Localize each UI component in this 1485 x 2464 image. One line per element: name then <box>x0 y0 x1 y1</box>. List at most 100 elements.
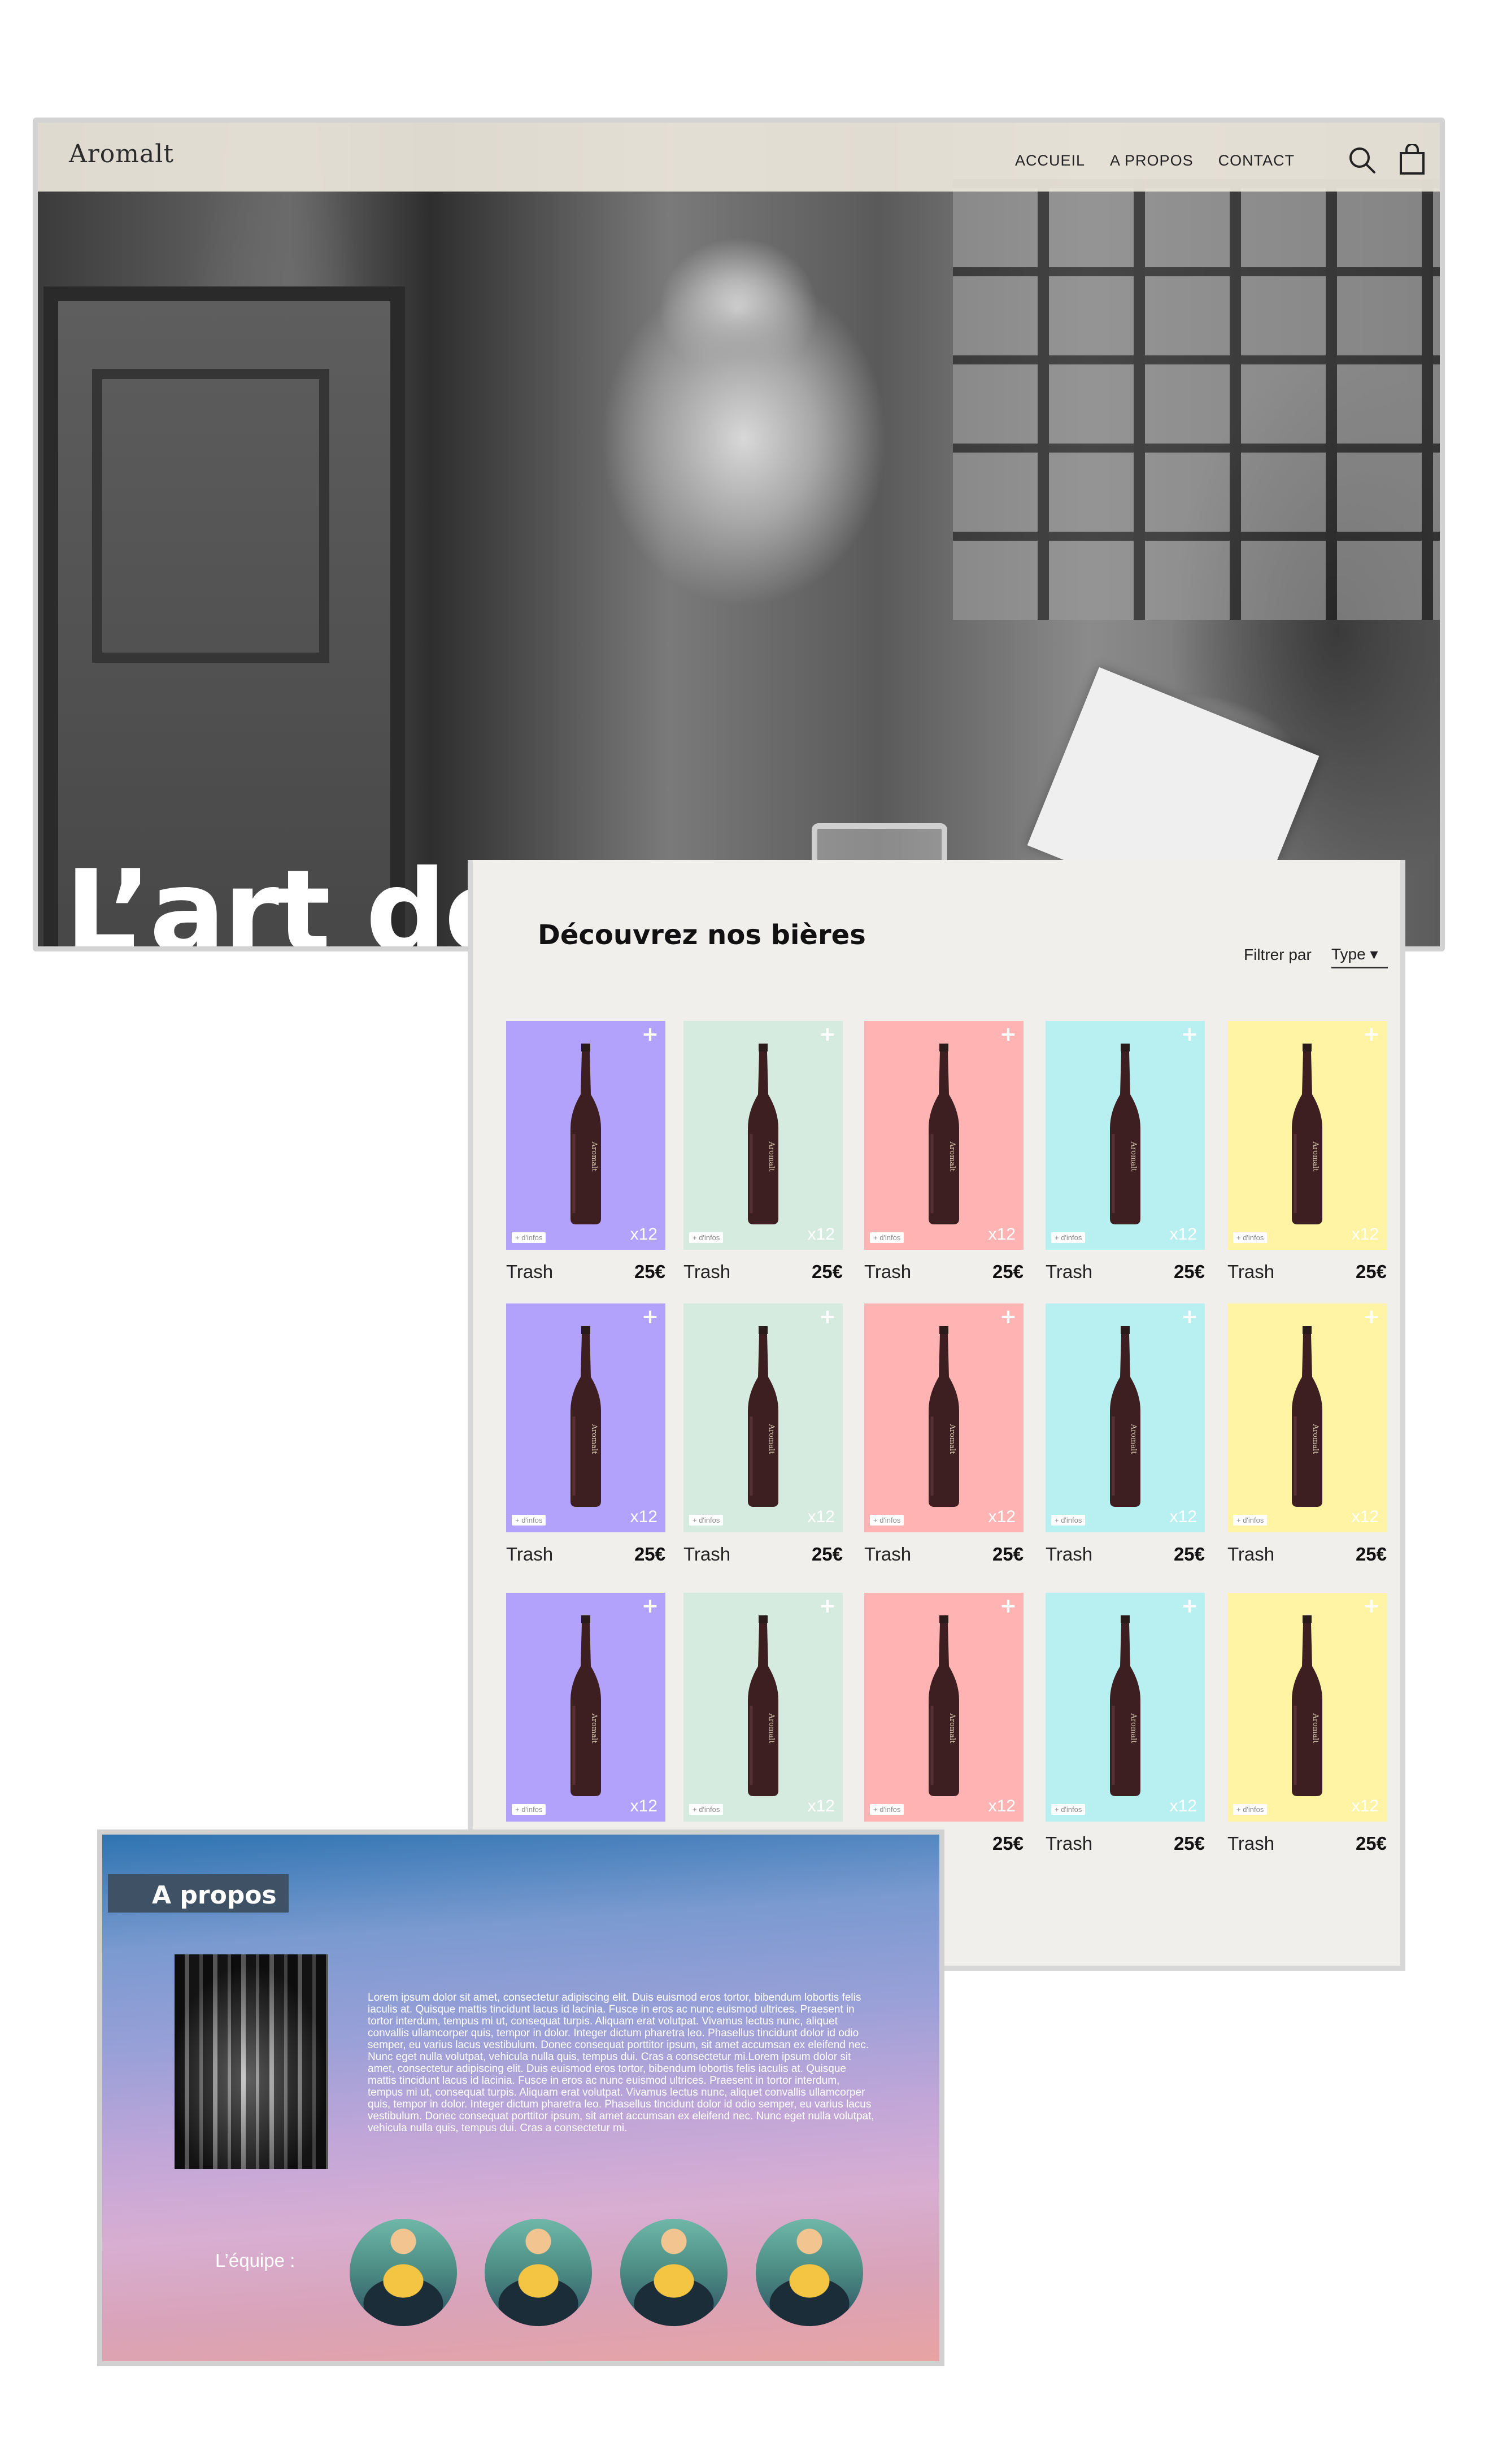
bottle-icon: Aromalt <box>743 1326 783 1507</box>
product-image-tile[interactable]: + Aromalt + d'infos x12 <box>1227 1021 1387 1250</box>
bottle-icon: Aromalt <box>1105 1044 1145 1224</box>
more-info-button[interactable]: + d'infos <box>1233 1232 1268 1243</box>
more-info-button[interactable]: + d'infos <box>1233 1515 1268 1526</box>
more-info-button[interactable]: + d'infos <box>1233 1804 1268 1815</box>
product-name: Trash <box>683 1261 731 1282</box>
product-quantity: x12 <box>1169 1507 1197 1526</box>
product-card[interactable]: +Aromalt+ d'infosx12Trash25€ <box>1046 1303 1205 1565</box>
product-name: Trash <box>1227 1261 1275 1282</box>
product-image-tile[interactable]: + Aromalt + d'infos x12 <box>683 1303 843 1532</box>
plus-icon[interactable]: + <box>1363 1024 1380 1045</box>
product-card[interactable]: +Aromalt+ d'infosx12Trash25€ <box>864 1021 1024 1282</box>
more-info-button[interactable]: + d'infos <box>1051 1515 1086 1526</box>
plus-icon[interactable]: + <box>1181 1596 1198 1616</box>
more-info-button[interactable]: + d'infos <box>870 1804 904 1815</box>
nav-link-contact[interactable]: CONTACT <box>1218 152 1295 170</box>
product-image-tile[interactable]: + Aromalt + d'infos x12 <box>864 1593 1024 1822</box>
team-member-avatar[interactable] <box>756 2219 863 2326</box>
team-member-avatar[interactable] <box>620 2219 728 2326</box>
plus-icon[interactable]: + <box>642 1307 659 1327</box>
product-quantity: x12 <box>630 1797 657 1815</box>
nav-link-accueil[interactable]: ACCUEIL <box>1015 152 1085 170</box>
product-card[interactable]: +Aromalt+ d'infosx12Trash25€ <box>683 1021 843 1282</box>
more-info-button[interactable]: + d'infos <box>870 1232 904 1243</box>
product-image-tile[interactable]: + Aromalt + d'infos x12 <box>864 1021 1024 1250</box>
team-member-avatar[interactable] <box>350 2219 457 2326</box>
about-photo-shade <box>175 1954 328 2169</box>
hero-photo-window-panes <box>953 179 1440 620</box>
more-info-button[interactable]: + d'infos <box>689 1232 724 1243</box>
product-card[interactable]: +Aromalt+ d'infosx12Trash25€ <box>683 1593 843 1854</box>
product-image-tile[interactable]: + Aromalt + d'infos x12 <box>683 1593 843 1822</box>
search-icon[interactable] <box>1347 145 1377 175</box>
more-info-button[interactable]: + d'infos <box>1051 1804 1086 1815</box>
plus-icon[interactable]: + <box>1181 1024 1198 1045</box>
svg-text:Aromalt: Aromalt <box>1129 1424 1138 1455</box>
product-name: Trash <box>864 1544 912 1565</box>
product-quantity: x12 <box>1351 1507 1379 1526</box>
filter-type-select[interactable]: Type ▾ <box>1331 945 1388 968</box>
product-image-tile[interactable]: + Aromalt + d'infos x12 <box>506 1021 665 1250</box>
plus-icon[interactable]: + <box>642 1596 659 1616</box>
product-quantity: x12 <box>1351 1225 1379 1244</box>
product-image-tile[interactable]: + Aromalt + d'infos x12 <box>1227 1303 1387 1532</box>
product-card[interactable]: +Aromalt+ d'infosx12Trash25€ <box>1046 1593 1205 1854</box>
product-card[interactable]: +Aromalt+ d'infosx12Trash25€ <box>683 1303 843 1565</box>
svg-text:Aromalt: Aromalt <box>948 1713 956 1744</box>
product-name: Trash <box>1227 1544 1275 1565</box>
plus-icon[interactable]: + <box>1000 1307 1017 1327</box>
hero-headline: L’art de <box>65 846 521 951</box>
bottle-icon: Aromalt <box>743 1044 783 1224</box>
product-name: Trash <box>1046 1833 1093 1854</box>
brand-logo[interactable]: Aromalt <box>69 140 174 168</box>
product-card[interactable]: +Aromalt+ d'infosx12Trash25€ <box>864 1593 1024 1854</box>
team-member-avatar[interactable] <box>485 2219 592 2326</box>
plus-icon[interactable]: + <box>819 1596 836 1616</box>
product-card[interactable]: +Aromalt+ d'infosx12Trash25€ <box>1227 1303 1387 1565</box>
product-image-tile[interactable]: + Aromalt + d'infos x12 <box>1046 1303 1205 1532</box>
plus-icon[interactable]: + <box>1363 1307 1380 1327</box>
product-card[interactable]: +Aromalt+ d'infosx12Trash25€ <box>1227 1593 1387 1854</box>
product-card[interactable]: +Aromalt+ d'infosx12Trash25€ <box>1046 1021 1205 1282</box>
bottle-icon: Aromalt <box>1105 1326 1145 1507</box>
more-info-button[interactable]: + d'infos <box>512 1515 546 1526</box>
plus-icon[interactable]: + <box>642 1024 659 1045</box>
product-image-tile[interactable]: + Aromalt + d'infos x12 <box>864 1303 1024 1532</box>
product-image-tile[interactable]: + Aromalt + d'infos x12 <box>506 1593 665 1822</box>
more-info-button[interactable]: + d'infos <box>1051 1232 1086 1243</box>
product-card[interactable]: +Aromalt+ d'infosx12Trash25€ <box>506 1303 665 1565</box>
product-card[interactable]: +Aromalt+ d'infosx12Trash25€ <box>1227 1021 1387 1282</box>
product-card[interactable]: +Aromalt+ d'infosx12Trash25€ <box>864 1303 1024 1565</box>
product-image-tile[interactable]: + Aromalt + d'infos x12 <box>1046 1021 1205 1250</box>
svg-text:Aromalt: Aromalt <box>948 1141 956 1172</box>
bottle-icon: Aromalt <box>566 1044 606 1224</box>
plus-icon[interactable]: + <box>1181 1307 1198 1327</box>
product-image-tile[interactable]: + Aromalt + d'infos x12 <box>683 1021 843 1250</box>
product-quantity: x12 <box>1169 1225 1197 1244</box>
product-image-tile[interactable]: + Aromalt + d'infos x12 <box>506 1303 665 1532</box>
nav-link-a-propos[interactable]: A PROPOS <box>1110 152 1194 170</box>
product-card[interactable]: +Aromalt+ d'infosx12Trash25€ <box>506 1021 665 1282</box>
bottle-icon: Aromalt <box>743 1615 783 1796</box>
product-card[interactable]: +Aromalt+ d'infosx12Trash25€ <box>506 1593 665 1854</box>
plus-icon[interactable]: + <box>1000 1596 1017 1616</box>
product-image-tile[interactable]: + Aromalt + d'infos x12 <box>1227 1593 1387 1822</box>
bottle-icon: Aromalt <box>924 1326 964 1507</box>
nav-links: ACCUEIL A PROPOS CONTACT <box>1015 152 1295 170</box>
svg-text:Aromalt: Aromalt <box>1311 1424 1319 1455</box>
more-info-button[interactable]: + d'infos <box>870 1515 904 1526</box>
plus-icon[interactable]: + <box>819 1024 836 1045</box>
more-info-button[interactable]: + d'infos <box>689 1515 724 1526</box>
bottle-icon: Aromalt <box>1287 1326 1327 1507</box>
more-info-button[interactable]: + d'infos <box>512 1232 546 1243</box>
more-info-button[interactable]: + d'infos <box>512 1804 546 1815</box>
product-quantity: x12 <box>988 1225 1016 1244</box>
product-image-tile[interactable]: + Aromalt + d'infos x12 <box>1046 1593 1205 1822</box>
plus-icon[interactable]: + <box>1363 1596 1380 1616</box>
plus-icon[interactable]: + <box>819 1307 836 1327</box>
more-info-button[interactable]: + d'infos <box>689 1804 724 1815</box>
filter-label: Filtrer par <box>1244 946 1312 963</box>
svg-text:Aromalt: Aromalt <box>767 1713 776 1744</box>
plus-icon[interactable]: + <box>1000 1024 1017 1045</box>
shopping-bag-icon[interactable] <box>1398 144 1426 176</box>
